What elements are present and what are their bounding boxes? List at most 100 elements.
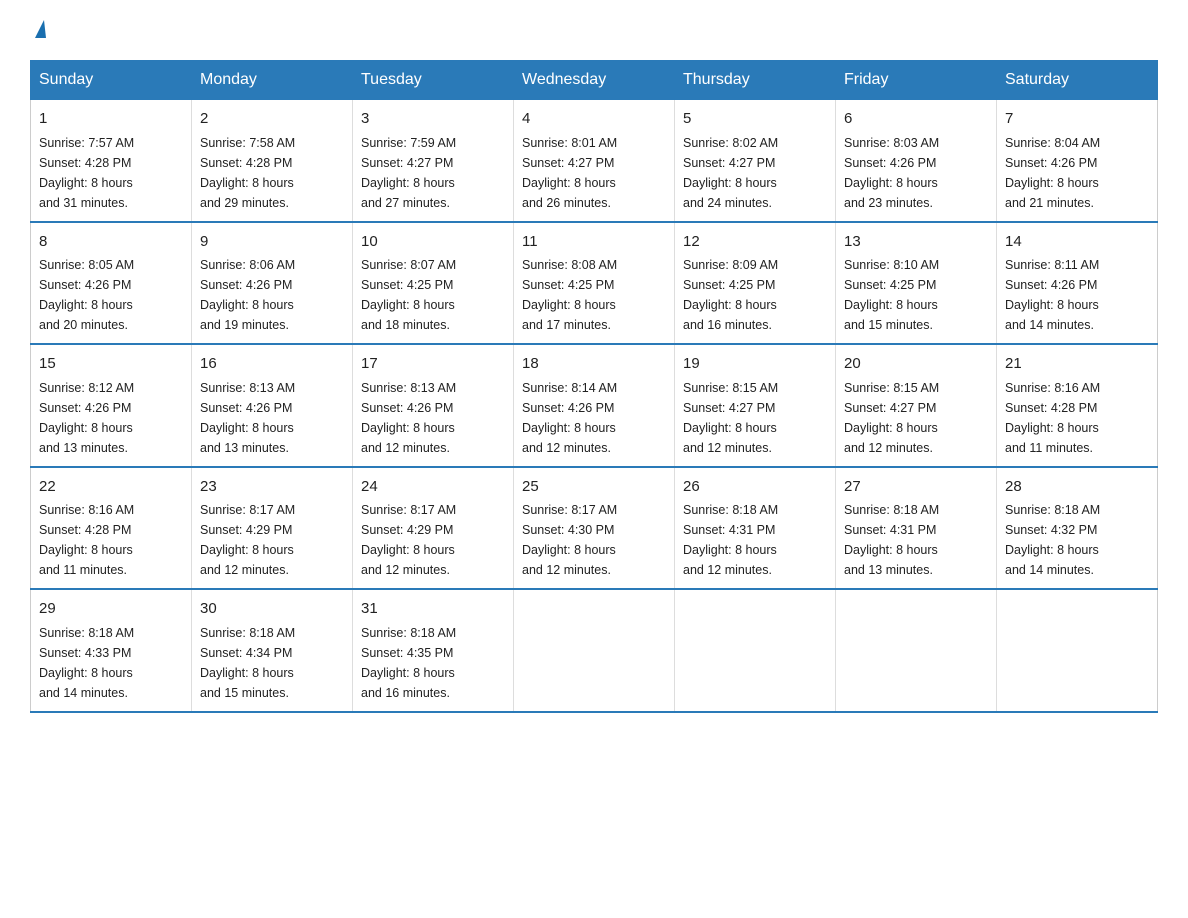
column-header-thursday: Thursday	[675, 61, 836, 100]
column-header-sunday: Sunday	[31, 61, 192, 100]
day-number: 31	[361, 598, 505, 621]
day-info: Sunrise: 8:16 AMSunset: 4:28 PMDaylight:…	[1005, 381, 1100, 455]
calendar-cell: 25 Sunrise: 8:17 AMSunset: 4:30 PMDaylig…	[514, 467, 675, 590]
day-number: 30	[200, 598, 344, 621]
calendar-cell: 30 Sunrise: 8:18 AMSunset: 4:34 PMDaylig…	[192, 589, 353, 712]
day-number: 13	[844, 231, 988, 254]
day-info: Sunrise: 8:09 AMSunset: 4:25 PMDaylight:…	[683, 258, 778, 332]
calendar-cell: 23 Sunrise: 8:17 AMSunset: 4:29 PMDaylig…	[192, 467, 353, 590]
day-info: Sunrise: 8:07 AMSunset: 4:25 PMDaylight:…	[361, 258, 456, 332]
day-number: 4	[522, 108, 666, 131]
day-number: 18	[522, 353, 666, 376]
calendar-cell	[514, 589, 675, 712]
day-info: Sunrise: 8:03 AMSunset: 4:26 PMDaylight:…	[844, 136, 939, 210]
day-number: 6	[844, 108, 988, 131]
calendar-header-row: SundayMondayTuesdayWednesdayThursdayFrid…	[31, 61, 1158, 100]
day-info: Sunrise: 8:17 AMSunset: 4:30 PMDaylight:…	[522, 503, 617, 577]
column-header-friday: Friday	[836, 61, 997, 100]
column-header-saturday: Saturday	[997, 61, 1158, 100]
day-number: 17	[361, 353, 505, 376]
day-number: 1	[39, 108, 183, 131]
calendar-table: SundayMondayTuesdayWednesdayThursdayFrid…	[30, 60, 1158, 713]
calendar-cell: 17 Sunrise: 8:13 AMSunset: 4:26 PMDaylig…	[353, 344, 514, 467]
calendar-cell: 15 Sunrise: 8:12 AMSunset: 4:26 PMDaylig…	[31, 344, 192, 467]
day-number: 25	[522, 476, 666, 499]
day-info: Sunrise: 8:02 AMSunset: 4:27 PMDaylight:…	[683, 136, 778, 210]
calendar-cell: 31 Sunrise: 8:18 AMSunset: 4:35 PMDaylig…	[353, 589, 514, 712]
day-number: 21	[1005, 353, 1149, 376]
calendar-week-row: 1 Sunrise: 7:57 AMSunset: 4:28 PMDayligh…	[31, 100, 1158, 222]
day-number: 24	[361, 476, 505, 499]
calendar-cell: 13 Sunrise: 8:10 AMSunset: 4:25 PMDaylig…	[836, 222, 997, 345]
day-number: 29	[39, 598, 183, 621]
calendar-cell: 24 Sunrise: 8:17 AMSunset: 4:29 PMDaylig…	[353, 467, 514, 590]
day-info: Sunrise: 8:05 AMSunset: 4:26 PMDaylight:…	[39, 258, 134, 332]
day-info: Sunrise: 7:59 AMSunset: 4:27 PMDaylight:…	[361, 136, 456, 210]
day-info: Sunrise: 8:16 AMSunset: 4:28 PMDaylight:…	[39, 503, 134, 577]
calendar-cell: 27 Sunrise: 8:18 AMSunset: 4:31 PMDaylig…	[836, 467, 997, 590]
day-number: 12	[683, 231, 827, 254]
day-number: 28	[1005, 476, 1149, 499]
calendar-week-row: 8 Sunrise: 8:05 AMSunset: 4:26 PMDayligh…	[31, 222, 1158, 345]
day-info: Sunrise: 8:18 AMSunset: 4:33 PMDaylight:…	[39, 626, 134, 700]
day-info: Sunrise: 8:12 AMSunset: 4:26 PMDaylight:…	[39, 381, 134, 455]
calendar-cell: 29 Sunrise: 8:18 AMSunset: 4:33 PMDaylig…	[31, 589, 192, 712]
calendar-cell: 6 Sunrise: 8:03 AMSunset: 4:26 PMDayligh…	[836, 100, 997, 222]
day-number: 16	[200, 353, 344, 376]
day-info: Sunrise: 8:18 AMSunset: 4:31 PMDaylight:…	[683, 503, 778, 577]
calendar-cell: 2 Sunrise: 7:58 AMSunset: 4:28 PMDayligh…	[192, 100, 353, 222]
column-header-monday: Monday	[192, 61, 353, 100]
day-number: 9	[200, 231, 344, 254]
calendar-cell: 20 Sunrise: 8:15 AMSunset: 4:27 PMDaylig…	[836, 344, 997, 467]
calendar-cell	[997, 589, 1158, 712]
day-info: Sunrise: 8:13 AMSunset: 4:26 PMDaylight:…	[361, 381, 456, 455]
day-info: Sunrise: 8:10 AMSunset: 4:25 PMDaylight:…	[844, 258, 939, 332]
page-header	[30, 20, 1158, 40]
day-info: Sunrise: 8:08 AMSunset: 4:25 PMDaylight:…	[522, 258, 617, 332]
calendar-week-row: 29 Sunrise: 8:18 AMSunset: 4:33 PMDaylig…	[31, 589, 1158, 712]
day-info: Sunrise: 8:18 AMSunset: 4:35 PMDaylight:…	[361, 626, 456, 700]
day-number: 26	[683, 476, 827, 499]
calendar-cell: 11 Sunrise: 8:08 AMSunset: 4:25 PMDaylig…	[514, 222, 675, 345]
calendar-cell: 8 Sunrise: 8:05 AMSunset: 4:26 PMDayligh…	[31, 222, 192, 345]
day-number: 2	[200, 108, 344, 131]
day-number: 19	[683, 353, 827, 376]
day-info: Sunrise: 8:11 AMSunset: 4:26 PMDaylight:…	[1005, 258, 1099, 332]
calendar-week-row: 22 Sunrise: 8:16 AMSunset: 4:28 PMDaylig…	[31, 467, 1158, 590]
day-number: 3	[361, 108, 505, 131]
day-number: 10	[361, 231, 505, 254]
day-info: Sunrise: 8:06 AMSunset: 4:26 PMDaylight:…	[200, 258, 295, 332]
calendar-cell: 4 Sunrise: 8:01 AMSunset: 4:27 PMDayligh…	[514, 100, 675, 222]
calendar-cell: 14 Sunrise: 8:11 AMSunset: 4:26 PMDaylig…	[997, 222, 1158, 345]
logo	[30, 20, 46, 40]
calendar-cell: 28 Sunrise: 8:18 AMSunset: 4:32 PMDaylig…	[997, 467, 1158, 590]
calendar-cell: 3 Sunrise: 7:59 AMSunset: 4:27 PMDayligh…	[353, 100, 514, 222]
day-info: Sunrise: 7:57 AMSunset: 4:28 PMDaylight:…	[39, 136, 134, 210]
calendar-cell	[675, 589, 836, 712]
column-header-tuesday: Tuesday	[353, 61, 514, 100]
calendar-cell	[836, 589, 997, 712]
day-number: 14	[1005, 231, 1149, 254]
calendar-cell: 16 Sunrise: 8:13 AMSunset: 4:26 PMDaylig…	[192, 344, 353, 467]
day-number: 11	[522, 231, 666, 254]
day-info: Sunrise: 8:17 AMSunset: 4:29 PMDaylight:…	[361, 503, 456, 577]
day-info: Sunrise: 8:04 AMSunset: 4:26 PMDaylight:…	[1005, 136, 1100, 210]
day-info: Sunrise: 8:15 AMSunset: 4:27 PMDaylight:…	[683, 381, 778, 455]
column-header-wednesday: Wednesday	[514, 61, 675, 100]
calendar-cell: 1 Sunrise: 7:57 AMSunset: 4:28 PMDayligh…	[31, 100, 192, 222]
day-info: Sunrise: 8:17 AMSunset: 4:29 PMDaylight:…	[200, 503, 295, 577]
day-info: Sunrise: 7:58 AMSunset: 4:28 PMDaylight:…	[200, 136, 295, 210]
day-number: 15	[39, 353, 183, 376]
calendar-cell: 7 Sunrise: 8:04 AMSunset: 4:26 PMDayligh…	[997, 100, 1158, 222]
day-info: Sunrise: 8:01 AMSunset: 4:27 PMDaylight:…	[522, 136, 617, 210]
day-info: Sunrise: 8:18 AMSunset: 4:34 PMDaylight:…	[200, 626, 295, 700]
day-info: Sunrise: 8:13 AMSunset: 4:26 PMDaylight:…	[200, 381, 295, 455]
day-number: 22	[39, 476, 183, 499]
day-number: 27	[844, 476, 988, 499]
calendar-cell: 21 Sunrise: 8:16 AMSunset: 4:28 PMDaylig…	[997, 344, 1158, 467]
day-number: 5	[683, 108, 827, 131]
calendar-cell: 19 Sunrise: 8:15 AMSunset: 4:27 PMDaylig…	[675, 344, 836, 467]
day-info: Sunrise: 8:18 AMSunset: 4:31 PMDaylight:…	[844, 503, 939, 577]
day-number: 7	[1005, 108, 1149, 131]
day-info: Sunrise: 8:18 AMSunset: 4:32 PMDaylight:…	[1005, 503, 1100, 577]
